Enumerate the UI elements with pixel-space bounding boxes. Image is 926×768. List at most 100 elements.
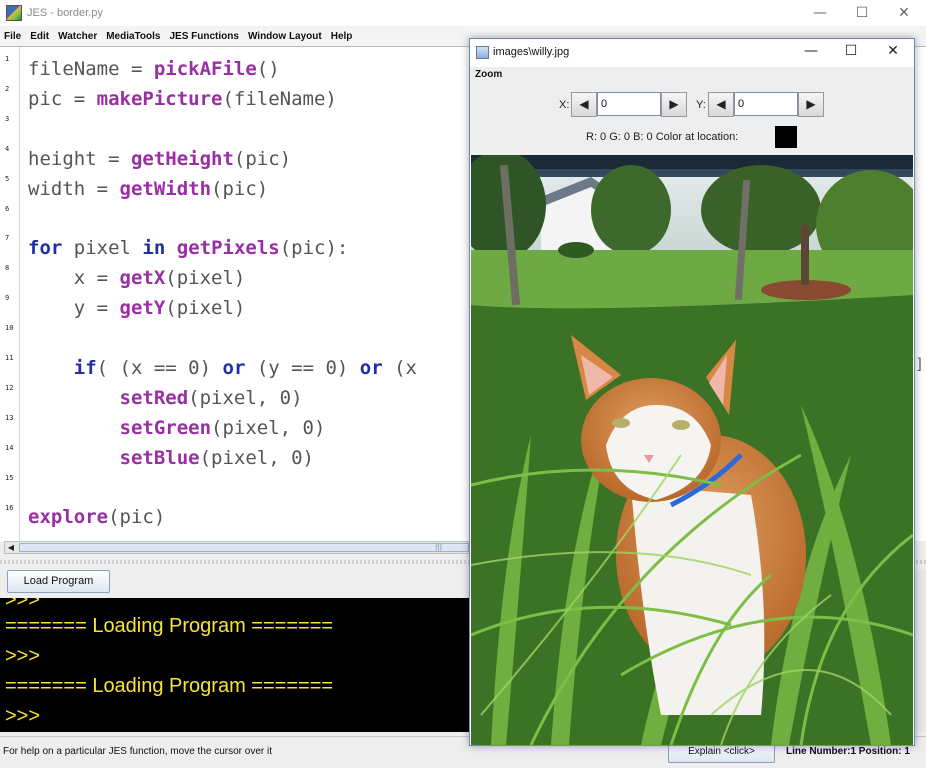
line-number: 2 [5,84,10,93]
maximize-button[interactable]: ☐ [839,0,885,26]
menu-mediatools[interactable]: MediaTools [106,31,160,42]
picture-explorer-window: images\willy.jpg — ☐ ✕ Zoom X: ◀ 0 ▶ Y: … [469,38,915,746]
code-text: (pixel, 0) [188,386,303,409]
scrollbar-grip-icon: ||| [435,543,443,551]
code-line: if( (x == 0) or (y == 0) or (x [28,354,417,384]
function-call: setRed [119,386,189,409]
line-number: 11 [5,354,14,362]
cat-photo[interactable] [471,155,913,745]
line-number: 15 [5,473,14,482]
function-call: setGreen [119,416,212,439]
console-line: >>> [5,598,41,611]
close-button[interactable]: ✕ [881,0,926,26]
code-text: (pixel, 0) [211,416,326,439]
function-call: getY [119,297,166,320]
picture-maximize-button[interactable]: ☐ [836,43,866,63]
code-line: x = getX(pixel) [28,264,417,294]
line-number: 16 [5,503,14,512]
code-line: setBlue(pixel, 0) [28,444,417,474]
keyword: for [28,237,63,260]
code-text: (pic) [108,506,166,529]
y-decrement-button[interactable]: ◀ [708,92,734,117]
menu-help[interactable]: Help [331,31,353,42]
function-call: getPixels [176,237,280,260]
x-increment-button[interactable]: ▶ [661,92,687,117]
menu-watcher[interactable]: Watcher [58,31,97,42]
code-text: ( (x == 0) [96,356,223,379]
overflow-char: ] [915,355,925,373]
line-number: 1 [5,55,10,63]
code-line: width = getWidth(pic) [28,175,417,205]
console-line: ======= Loading Program ======= [5,675,334,697]
picture-close-button[interactable]: ✕ [878,43,908,63]
keyword: if [73,356,97,379]
code-text: y = [28,297,120,320]
code-text: (y == 0) [245,356,360,379]
menu-jes-functions[interactable]: JES Functions [169,31,238,42]
minimize-button[interactable]: — [797,0,843,26]
coordinate-panel: X: ◀ 0 ▶ Y: ◀ 0 ▶ R: 0 G: 0 B: 0 Color a… [470,85,914,155]
jes-window: JES - border.py — ☐ ✕ File Edit Watcher … [0,0,926,768]
code-line: explore(pic) [28,503,417,533]
menu-zoom[interactable]: Zoom [475,69,502,80]
color-info-label: R: 0 G: 0 B: 0 Color at location: [586,131,739,143]
code-text: (x [382,356,417,379]
function-call: getHeight [130,147,234,170]
code-text: pixel [62,237,143,260]
x-coordinate-field[interactable]: 0 [597,92,661,116]
line-number: 8 [5,264,10,273]
line-number: 10 [5,324,14,333]
scrollbar-thumb[interactable] [19,543,469,552]
function-call: makePicture [96,87,223,110]
menu-edit[interactable]: Edit [30,31,49,42]
code-line: pic = makePicture(fileName) [28,85,417,115]
code-line: y = getY(pixel) [28,294,417,324]
code-text: (pixel) [165,297,246,320]
x-label: X: [559,99,570,111]
code-text: pic = [28,87,97,110]
picture-window-title: images\willy.jpg [493,46,570,58]
y-label: Y: [696,99,706,111]
menu-file[interactable]: File [4,31,21,42]
console-line: ======= Loading Program ======= [5,615,334,637]
line-number: 6 [5,204,10,213]
code-text: (pixel) [165,267,246,290]
menu-window-layout[interactable]: Window Layout [248,31,322,42]
cat-in-grass-image [471,155,913,745]
code-text: (pic) [211,177,269,200]
code-text: width = [28,177,120,200]
cursor-position: Line Number:1 Position: 1 [786,746,910,757]
code-line: fileName = pickAFile() [28,55,417,85]
keyword: or [359,356,383,379]
line-number: 12 [5,383,14,392]
code-text: (pic) [233,147,292,170]
color-swatch [775,126,797,148]
help-text: For help on a particular JES function, m… [3,746,273,757]
editor-horizontal-scrollbar[interactable]: ◀ ||| [4,541,470,554]
line-number: 5 [5,174,10,183]
load-program-button[interactable]: Load Program [7,570,110,593]
picture-menu-bar: Zoom [470,67,914,85]
function-call: getWidth [119,177,212,200]
picture-window-title-bar: images\willy.jpg — ☐ ✕ [470,39,914,67]
code-text: x = [28,267,120,290]
code-text: () [256,58,280,80]
picture-minimize-button[interactable]: — [796,43,826,63]
code-area[interactable]: fileName = pickAFile() pic = makePicture(… [28,55,417,533]
scroll-left-arrow-icon[interactable]: ◀ [5,542,17,553]
line-number: 4 [5,144,10,153]
x-decrement-button[interactable]: ◀ [571,92,597,117]
image-file-icon [476,46,489,59]
function-call: setBlue [119,446,200,469]
line-number: 3 [5,114,10,123]
y-coordinate-field[interactable]: 0 [734,92,798,116]
title-bar: JES - border.py — ☐ ✕ [0,0,926,26]
function-call: getX [119,267,166,290]
y-increment-button[interactable]: ▶ [798,92,824,117]
keyword: or [222,356,246,379]
